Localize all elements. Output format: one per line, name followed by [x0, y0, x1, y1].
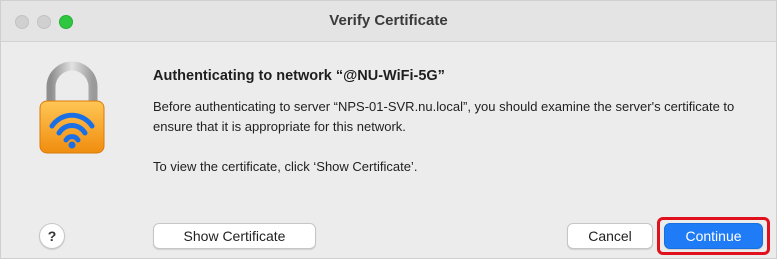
- verify-certificate-dialog: Verify Certificate Authenticating to net…: [0, 0, 777, 259]
- title-bar: Verify Certificate: [1, 1, 776, 42]
- dialog-instruction: To view the certificate, click ‘Show Cer…: [153, 159, 418, 174]
- help-button[interactable]: ?: [39, 223, 65, 249]
- dialog-body-text: Before authenticating to server “NPS-01-…: [153, 99, 735, 134]
- dialog-headline: Authenticating to network “@NU-WiFi-5G”: [153, 68, 445, 84]
- window-title: Verify Certificate: [329, 12, 448, 29]
- lock-wifi-icon: [39, 61, 105, 154]
- cancel-button[interactable]: Cancel: [567, 223, 653, 249]
- continue-button[interactable]: Continue: [664, 223, 763, 249]
- show-certificate-button[interactable]: Show Certificate: [153, 223, 316, 249]
